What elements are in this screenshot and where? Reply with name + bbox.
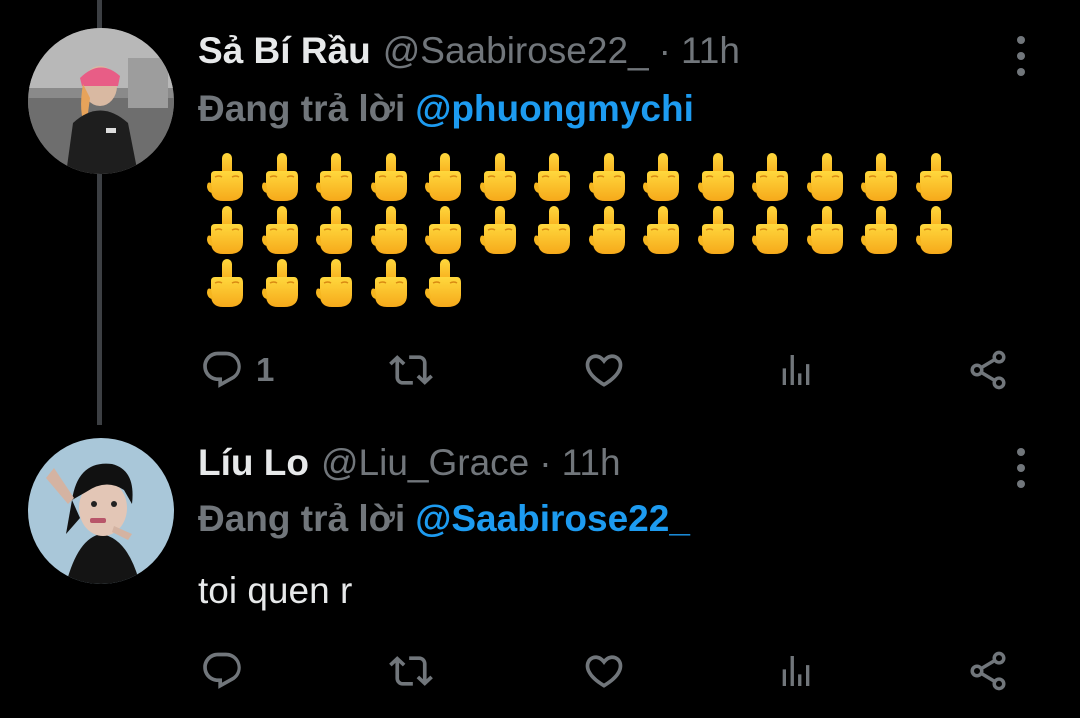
avatar[interactable] — [28, 438, 174, 584]
middle-finger-emoji — [582, 203, 637, 256]
views-button[interactable] — [776, 345, 816, 395]
reply-button[interactable]: 1 — [200, 345, 274, 395]
middle-finger-emoji — [255, 150, 310, 203]
retweet-button[interactable] — [386, 345, 448, 395]
timestamp[interactable]: 11h — [681, 30, 740, 72]
tweet-header: Sả Bí Rầu @Saabirose22_ · 11h — [198, 30, 740, 80]
separator: · — [658, 30, 671, 71]
retweet-icon — [389, 355, 433, 385]
tweet-text: toi quen r — [198, 570, 353, 611]
user-handle[interactable]: @Saabirose22_ — [383, 30, 649, 72]
action-bar — [0, 646, 1080, 696]
middle-finger-emoji — [909, 150, 964, 203]
like-button[interactable] — [582, 646, 638, 696]
display-name[interactable]: Líu Lo — [198, 442, 309, 484]
middle-finger-emoji — [854, 150, 909, 203]
middle-finger-emoji — [636, 203, 691, 256]
display-name[interactable]: Sả Bí Rầu — [198, 30, 371, 72]
share-icon — [970, 651, 1006, 691]
like-button[interactable] — [582, 345, 638, 395]
avatar[interactable] — [28, 28, 174, 174]
replying-prefix: Đang trả lời — [198, 88, 406, 129]
replying-prefix: Đang trả lời — [198, 498, 406, 539]
middle-finger-emoji — [636, 150, 691, 203]
middle-finger-emoji — [364, 203, 419, 256]
middle-finger-emoji — [527, 150, 582, 203]
middle-finger-emoji — [418, 256, 473, 309]
user-handle[interactable]: @Liu_Grace — [321, 442, 529, 484]
middle-finger-emoji — [745, 203, 800, 256]
retweet-button[interactable] — [386, 646, 448, 696]
middle-finger-emoji — [691, 150, 746, 203]
middle-finger-emoji — [364, 256, 419, 309]
more-icon[interactable] — [1010, 36, 1032, 76]
middle-finger-emoji — [582, 150, 637, 203]
middle-finger-emoji — [800, 150, 855, 203]
middle-finger-emoji — [309, 150, 364, 203]
middle-finger-emoji — [200, 150, 255, 203]
mention-link[interactable]: @phuongmychi — [415, 88, 694, 129]
middle-finger-emoji — [418, 150, 473, 203]
tweet-text — [200, 150, 1000, 309]
timestamp[interactable]: 11h — [562, 442, 621, 484]
replying-to: Đang trả lời @Saabirose22_ — [198, 498, 690, 540]
share-button[interactable] — [966, 646, 1010, 696]
mention-link[interactable]: @Saabirose22_ — [415, 498, 690, 539]
middle-finger-emoji — [691, 203, 746, 256]
middle-finger-emoji — [418, 203, 473, 256]
middle-finger-emoji — [309, 203, 364, 256]
action-bar: 1 — [0, 345, 1080, 395]
middle-finger-emoji — [309, 256, 364, 309]
middle-finger-emoji — [473, 150, 528, 203]
share-button[interactable] — [966, 345, 1010, 395]
middle-finger-emoji — [255, 256, 310, 309]
like-icon — [585, 354, 623, 387]
middle-finger-emoji — [200, 203, 255, 256]
more-icon[interactable] — [1010, 448, 1032, 488]
middle-finger-emoji — [909, 203, 964, 256]
retweet-icon — [389, 656, 433, 686]
avatar-image — [28, 28, 174, 174]
reply-count: 1 — [256, 351, 275, 388]
middle-finger-emoji — [854, 203, 909, 256]
middle-finger-emoji — [745, 150, 800, 203]
share-icon — [970, 350, 1006, 390]
replying-to: Đang trả lời @phuongmychi — [198, 88, 694, 130]
like-icon — [585, 655, 623, 688]
reply-icon — [203, 652, 241, 689]
middle-finger-emoji — [255, 203, 310, 256]
views-icon — [782, 355, 810, 385]
reply-icon — [203, 351, 241, 388]
avatar-image — [28, 438, 174, 584]
reply-button[interactable] — [200, 646, 256, 696]
tweet[interactable]: Sả Bí Rầu @Saabirose22_ · 11h Đang trả l… — [0, 0, 1080, 420]
middle-finger-emoji — [800, 203, 855, 256]
middle-finger-emoji — [473, 203, 528, 256]
tweet-header: Líu Lo @Liu_Grace · 11h — [198, 442, 621, 492]
middle-finger-emoji — [364, 150, 419, 203]
views-icon — [782, 656, 810, 686]
tweet[interactable]: Líu Lo @Liu_Grace · 11h Đang trả lời @Saa… — [0, 420, 1080, 718]
middle-finger-emoji — [200, 256, 255, 309]
separator: · — [539, 442, 552, 483]
middle-finger-emoji — [527, 203, 582, 256]
views-button[interactable] — [776, 646, 816, 696]
